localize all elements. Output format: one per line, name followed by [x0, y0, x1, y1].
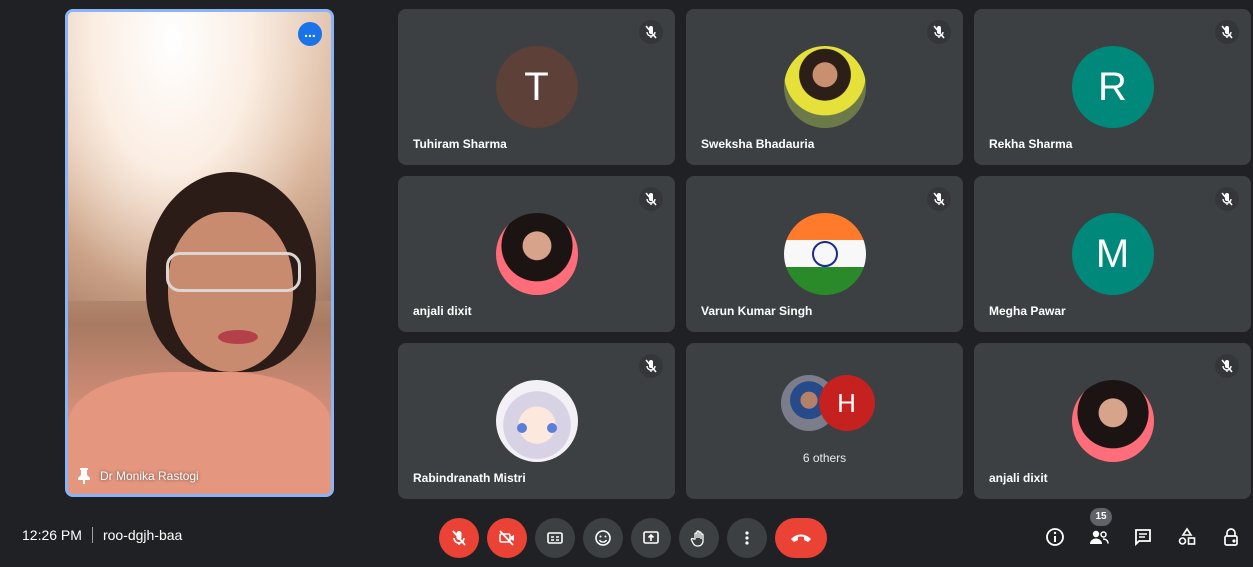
participant-tile[interactable]: Varun Kumar Singh — [686, 176, 963, 332]
mic-off-icon — [639, 20, 663, 44]
activities-button[interactable] — [1172, 522, 1202, 552]
chat-button[interactable] — [1128, 522, 1158, 552]
divider — [91, 527, 93, 543]
pinned-name-row: Dr Monika Rastogi — [78, 468, 199, 484]
mic-off-icon — [639, 187, 663, 211]
participant-name: Rabindranath Mistri — [413, 471, 526, 485]
participant-name: Tuhiram Sharma — [413, 137, 507, 151]
more-options-button[interactable] — [727, 518, 767, 558]
participant-tile[interactable]: T Tuhiram Sharma — [398, 9, 675, 165]
participant-name: anjali dixit — [989, 471, 1048, 485]
pin-icon[interactable] — [78, 468, 90, 484]
end-call-icon — [791, 534, 811, 542]
present-screen-icon — [643, 531, 659, 544]
avatar-photo — [783, 46, 866, 128]
captions-icon — [547, 532, 563, 544]
avatar-photo — [495, 213, 578, 295]
mic-off-icon — [927, 187, 951, 211]
meeting-details-button[interactable] — [1040, 522, 1070, 552]
bottom-toolbar: 12:26 PM roo-dgjh-baa 15 — [0, 506, 1253, 567]
video-glasses — [166, 252, 301, 292]
avatar-letter: R — [1071, 46, 1154, 128]
participant-name: Rekha Sharma — [989, 137, 1073, 151]
avatar-photo — [1071, 380, 1154, 462]
pinned-participant-name: Dr Monika Rastogi — [100, 469, 199, 483]
meeting-info: 12:26 PM roo-dgjh-baa — [22, 527, 182, 543]
avatar-flag-photo — [783, 213, 866, 295]
chat-icon — [1135, 529, 1151, 547]
participant-tile[interactable]: M Megha Pawar — [974, 176, 1251, 332]
info-icon — [1046, 528, 1064, 546]
more-options-button[interactable]: ... — [298, 22, 322, 46]
participant-name: Sweksha Bhadauria — [701, 137, 815, 151]
participant-tile[interactable]: R Rekha Sharma — [974, 9, 1251, 165]
reactions-button[interactable] — [583, 518, 623, 558]
camera-off-icon — [499, 530, 514, 546]
others-tile[interactable]: H 6 others — [686, 343, 963, 499]
side-panel-controls: 15 — [1040, 508, 1246, 552]
avatar-anime — [495, 380, 578, 462]
emoji-icon — [595, 530, 611, 546]
participants-button[interactable]: 15 — [1084, 508, 1114, 552]
participant-tile[interactable]: anjali dixit — [398, 176, 675, 332]
video-person-face — [168, 212, 293, 372]
mic-off-icon — [1215, 187, 1239, 211]
host-controls-button[interactable] — [1216, 522, 1246, 552]
others-count-label: 6 others — [802, 451, 847, 465]
people-icon — [1090, 530, 1109, 544]
hand-icon — [690, 530, 704, 547]
present-now-button[interactable] — [631, 518, 671, 558]
video-mouth — [218, 330, 258, 344]
mic-off-icon — [1215, 354, 1239, 378]
avatar-letter: T — [495, 46, 578, 128]
others-avatars: H — [780, 375, 875, 431]
mic-off-icon — [639, 354, 663, 378]
leave-call-button[interactable] — [775, 518, 827, 558]
call-controls — [439, 518, 827, 558]
participant-tile[interactable]: anjali dixit — [974, 343, 1251, 499]
avatar-letter: H — [818, 375, 875, 431]
toggle-mic-button[interactable] — [439, 518, 479, 558]
participant-tile[interactable]: Rabindranath Mistri — [398, 343, 675, 499]
meeting-code: roo-dgjh-baa — [102, 527, 183, 543]
mic-off-icon — [452, 530, 466, 546]
activities-icon — [1178, 527, 1196, 545]
pinned-participant-tile[interactable]: ... Dr Monika Rastogi — [65, 9, 334, 497]
flag-chakra — [811, 241, 838, 267]
raise-hand-button[interactable] — [679, 518, 719, 558]
participant-tile[interactable]: Sweksha Bhadauria — [686, 9, 963, 165]
captions-button[interactable] — [535, 518, 575, 558]
participants-count-badge: 15 — [1090, 508, 1112, 526]
lock-person-icon — [1224, 528, 1238, 546]
participant-name: anjali dixit — [413, 304, 472, 318]
meeting-time: 12:26 PM — [22, 527, 82, 543]
more-vert-icon — [745, 531, 749, 545]
avatar-letter: M — [1071, 213, 1154, 295]
participant-name: Varun Kumar Singh — [701, 304, 813, 318]
participant-name: Megha Pawar — [989, 304, 1066, 318]
toggle-camera-button[interactable] — [487, 518, 527, 558]
mic-off-icon — [1215, 20, 1239, 44]
mic-off-icon — [927, 20, 951, 44]
